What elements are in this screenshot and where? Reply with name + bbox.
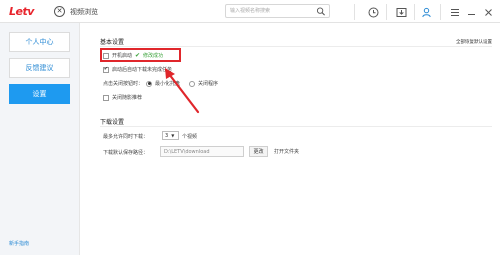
max-downloads-label: 最多允许同时下载：: [103, 134, 149, 140]
recommend-checkbox[interactable]: [103, 94, 109, 101]
open-folder-link[interactable]: 打开文件夹: [274, 148, 299, 155]
recommend-label: 关闭随影推荐: [112, 95, 143, 101]
search-icon[interactable]: [316, 7, 326, 16]
save-path-value: D:\LETV\download: [164, 148, 210, 155]
annotation-highlight-box: [100, 48, 181, 62]
search-input[interactable]: [226, 5, 312, 17]
toolbar-divider: [354, 4, 355, 20]
download-icon[interactable]: [393, 4, 409, 20]
sidebar-item-label: 反馈建议: [25, 64, 54, 72]
change-path-button[interactable]: 更改: [249, 146, 268, 157]
max-downloads-select[interactable]: 3 ▼: [162, 131, 179, 140]
exit-program-label: 关闭程序: [198, 81, 219, 87]
basic-settings-title: 基本设置: [100, 39, 125, 46]
settings-panel: 基本设置 全部恢复默认设置 开机启动 ✔ 修改成功 ✔ 启动后自动下载未完成任务…: [81, 23, 500, 255]
minimize-tray-label: 最小化托盘: [155, 81, 181, 87]
toolbar-divider: [440, 4, 441, 20]
sidebar-item-personal-center[interactable]: 个人中心: [9, 32, 70, 52]
download-settings-title: 下载设置: [100, 119, 125, 126]
user-icon[interactable]: [418, 4, 434, 20]
close-behavior-row: 点击关闭按钮时： 最小化托盘 关闭程序: [103, 80, 218, 87]
sidebar-item-settings[interactable]: 设置: [9, 84, 70, 104]
max-downloads-value: 3: [165, 132, 169, 139]
restore-defaults-link[interactable]: 全部恢复默认设置: [456, 39, 492, 45]
settings-sidebar: 个人中心 反馈建议 设置 新手指南: [0, 23, 80, 255]
recommend-option[interactable]: 关闭随影推荐: [103, 94, 142, 101]
minimize-tray-radio[interactable]: [146, 80, 153, 87]
toolbar-divider: [414, 4, 415, 20]
sidebar-item-feedback[interactable]: 反馈建议: [9, 58, 70, 78]
section-divider: [100, 126, 492, 127]
autodownload-label: 启动后自动下载未完成任务: [112, 67, 173, 73]
section-divider: [100, 46, 492, 47]
sidebar-item-label: 设置: [32, 90, 47, 98]
autodownload-checkbox[interactable]: ✔: [103, 66, 109, 73]
save-path-label: 下载默认保存路径：: [103, 150, 149, 156]
beginner-guide-link[interactable]: 新手指南: [9, 240, 29, 247]
toolbar-divider: [386, 4, 387, 20]
close-behavior-label: 点击关闭按钮时：: [103, 81, 144, 87]
chevron-down-icon: ▼: [171, 133, 175, 138]
close-circle-icon: ✕: [54, 6, 65, 17]
search-box: [225, 4, 330, 18]
autodownload-option[interactable]: ✔ 启动后自动下载未完成任务: [103, 66, 172, 73]
minimize-icon[interactable]: [463, 4, 479, 20]
menu-icon[interactable]: [447, 4, 463, 20]
video-browse-nav[interactable]: ✕ 视频浏览: [54, 5, 98, 18]
sidebar-item-label: 个人中心: [25, 38, 54, 46]
save-path-field[interactable]: D:\LETV\download: [160, 146, 244, 157]
change-path-label: 更改: [253, 149, 264, 155]
letv-logo[interactable]: Letv: [9, 5, 34, 18]
history-clock-icon[interactable]: [365, 4, 381, 20]
exit-program-radio[interactable]: [189, 80, 196, 87]
video-browse-label: 视频浏览: [70, 7, 98, 16]
close-icon[interactable]: [480, 4, 496, 20]
title-bar: Letv ✕ 视频浏览: [0, 0, 500, 23]
max-downloads-unit: 个视频: [182, 134, 198, 140]
